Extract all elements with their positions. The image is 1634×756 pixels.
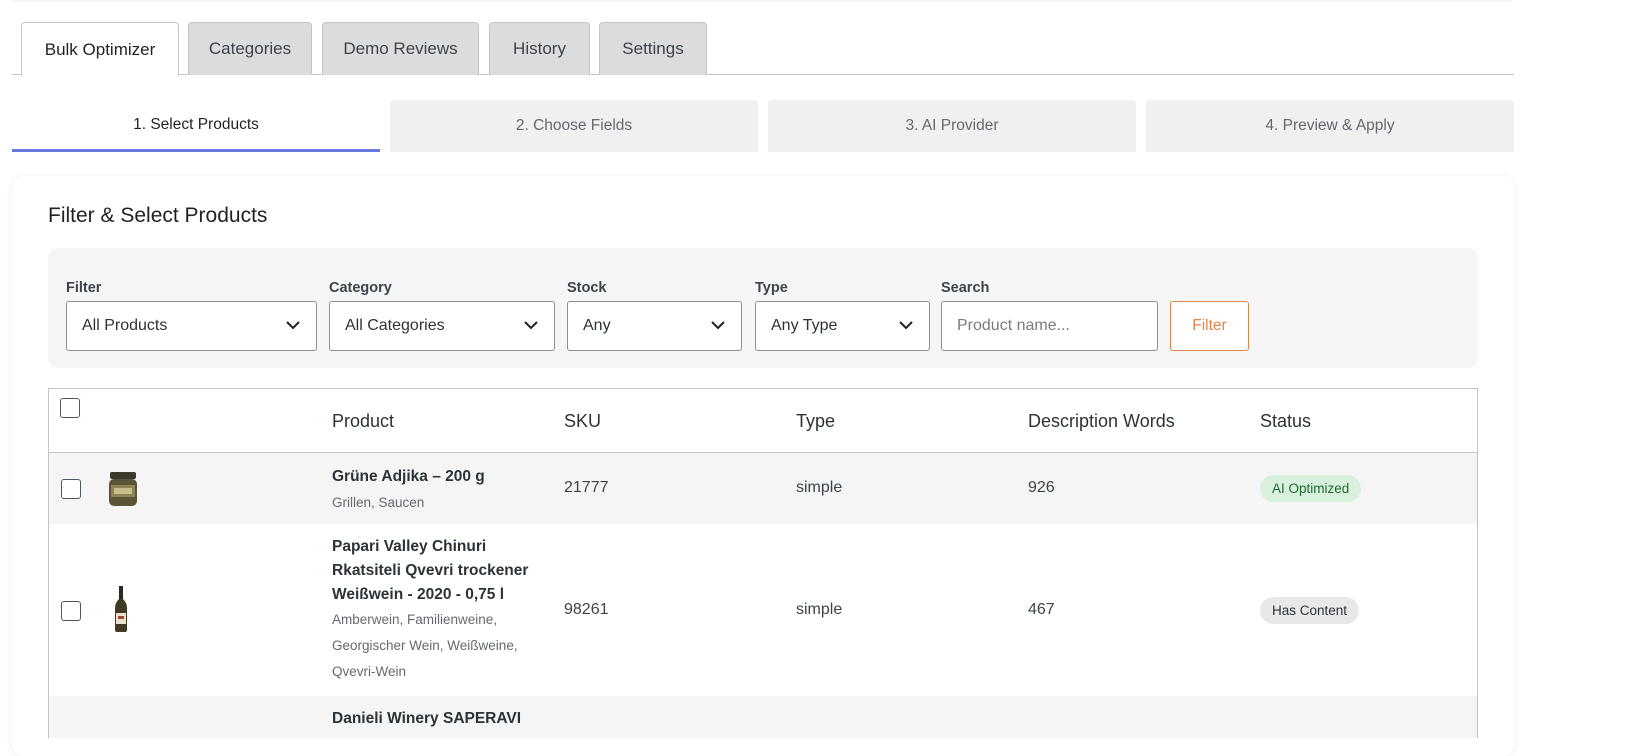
filter-select[interactable]: All Products: [66, 301, 317, 351]
chevron-down-icon: [711, 321, 725, 330]
step-choose-fields[interactable]: 2. Choose Fields: [390, 100, 758, 152]
product-categories-line: Georgischer Wein, Weißweine,: [332, 638, 518, 653]
search-input[interactable]: [941, 301, 1158, 351]
column-status[interactable]: Status: [1260, 411, 1311, 432]
type-select-value: Any Type: [771, 317, 838, 334]
product-description-words: 467: [1028, 601, 1055, 618]
category-select-value: All Categories: [345, 317, 445, 334]
product-categories: Amberwein, Familienweine, Georgischer We…: [332, 607, 518, 685]
category-label: Category: [329, 280, 392, 296]
jar-icon: [109, 472, 137, 506]
table-row[interactable]: Grüne Adjika – 200 g Grillen, Saucen 217…: [49, 453, 1477, 524]
product-sku: 98261: [564, 601, 609, 618]
tab-bulk-optimizer[interactable]: Bulk Optimizer: [21, 22, 179, 76]
step-select-products[interactable]: 1. Select Products: [12, 100, 380, 152]
product-type: simple: [796, 601, 843, 618]
filter-label: Filter: [66, 280, 102, 296]
stock-select[interactable]: Any: [567, 301, 742, 351]
category-select[interactable]: All Categories: [329, 301, 555, 351]
chevron-down-icon: [524, 321, 538, 330]
type-label: Type: [755, 280, 788, 296]
filter-select-value: All Products: [82, 317, 168, 334]
status-badge: AI Optimized: [1260, 475, 1362, 502]
tab-history[interactable]: History: [489, 22, 590, 75]
stock-label: Stock: [567, 280, 607, 296]
type-select[interactable]: Any Type: [755, 301, 930, 351]
tab-demo-reviews[interactable]: Demo Reviews: [322, 22, 479, 75]
product-categories-line: Qvevri-Wein: [332, 664, 407, 679]
step-preview-apply[interactable]: 4. Preview & Apply: [1146, 100, 1514, 152]
product-categories: Grillen, Saucen: [332, 495, 425, 510]
product-name[interactable]: Grüne Adjika – 200 g: [332, 465, 485, 489]
table-header: Product SKU Type Description Words Statu…: [49, 389, 1477, 453]
product-name[interactable]: Danieli Winery SAPERAVI: [332, 707, 521, 731]
products-table: Product SKU Type Description Words Statu…: [48, 388, 1478, 738]
column-product[interactable]: Product: [332, 411, 394, 432]
search-label: Search: [941, 280, 990, 296]
select-all-checkbox[interactable]: [60, 398, 80, 418]
product-name-line: Rkatsiteli Qvevri trockener: [332, 562, 529, 579]
product-type: simple: [796, 479, 843, 496]
table-row[interactable]: Danieli Winery SAPERAVI: [49, 696, 1477, 738]
stock-select-value: Any: [583, 317, 611, 334]
row-checkbox[interactable]: [61, 601, 81, 621]
column-sku[interactable]: SKU: [564, 411, 601, 432]
product-name-line: Weißwein - 2020 - 0,75 l: [332, 586, 505, 603]
product-sku: 21777: [564, 479, 609, 496]
main-tabs: Bulk Optimizer Categories Demo Reviews H…: [12, 22, 1514, 76]
chevron-down-icon: [286, 321, 300, 330]
product-categories-line: Amberwein, Familienweine,: [332, 612, 498, 627]
column-type[interactable]: Type: [796, 411, 835, 432]
step-ai-provider[interactable]: 3. AI Provider: [768, 100, 1136, 152]
tab-categories[interactable]: Categories: [188, 22, 312, 75]
chevron-down-icon: [899, 321, 913, 330]
row-checkbox[interactable]: [61, 479, 81, 499]
card-title: Filter & Select Products: [48, 204, 268, 227]
table-row[interactable]: Papari Valley Chinuri Rkatsiteli Qvevri …: [49, 524, 1477, 696]
filter-button[interactable]: Filter: [1170, 301, 1249, 351]
product-description-words: 926: [1028, 479, 1055, 496]
wine-bottle-icon: [115, 586, 127, 632]
product-name[interactable]: Papari Valley Chinuri Rkatsiteli Qvevri …: [332, 535, 528, 607]
column-description-words[interactable]: Description Words: [1028, 411, 1175, 432]
tab-settings[interactable]: Settings: [599, 22, 707, 75]
status-badge: Has Content: [1260, 597, 1360, 624]
top-shadow: [12, 0, 1512, 4]
product-name-line: Papari Valley Chinuri: [332, 538, 487, 555]
